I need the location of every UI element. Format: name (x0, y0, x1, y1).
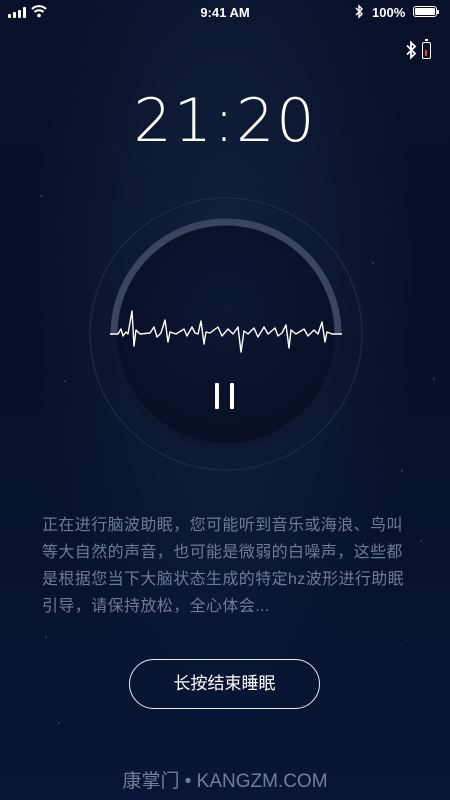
end-sleep-button[interactable]: 长按结束睡眠 (129, 659, 320, 709)
bluetooth-icon (406, 40, 417, 60)
watermark: 康掌门 • KANGZM.COM (122, 771, 328, 792)
brainwave-visualizer (88, 196, 364, 472)
session-description: 正在进行脑波助眠，您可能听到音乐或海浪、鸟叫等大自然的声音，也可能是微弱的白噪声… (42, 517, 405, 615)
battery-percent: 100% (372, 5, 406, 20)
low-battery-icon (422, 39, 431, 59)
sleep-session-screen: 9:41 AM 100% 21:20 正在进行脑波助眠，您可能听到音乐或海浪、鸟… (0, 0, 450, 800)
bluetooth-status-icon (355, 4, 363, 19)
device-status (405, 38, 435, 64)
pause-icon (215, 383, 219, 409)
status-bar: 9:41 AM 100% (0, 0, 450, 24)
pause-button[interactable] (198, 375, 252, 421)
battery-icon (413, 6, 439, 17)
session-timer: 21:20 (133, 86, 317, 156)
